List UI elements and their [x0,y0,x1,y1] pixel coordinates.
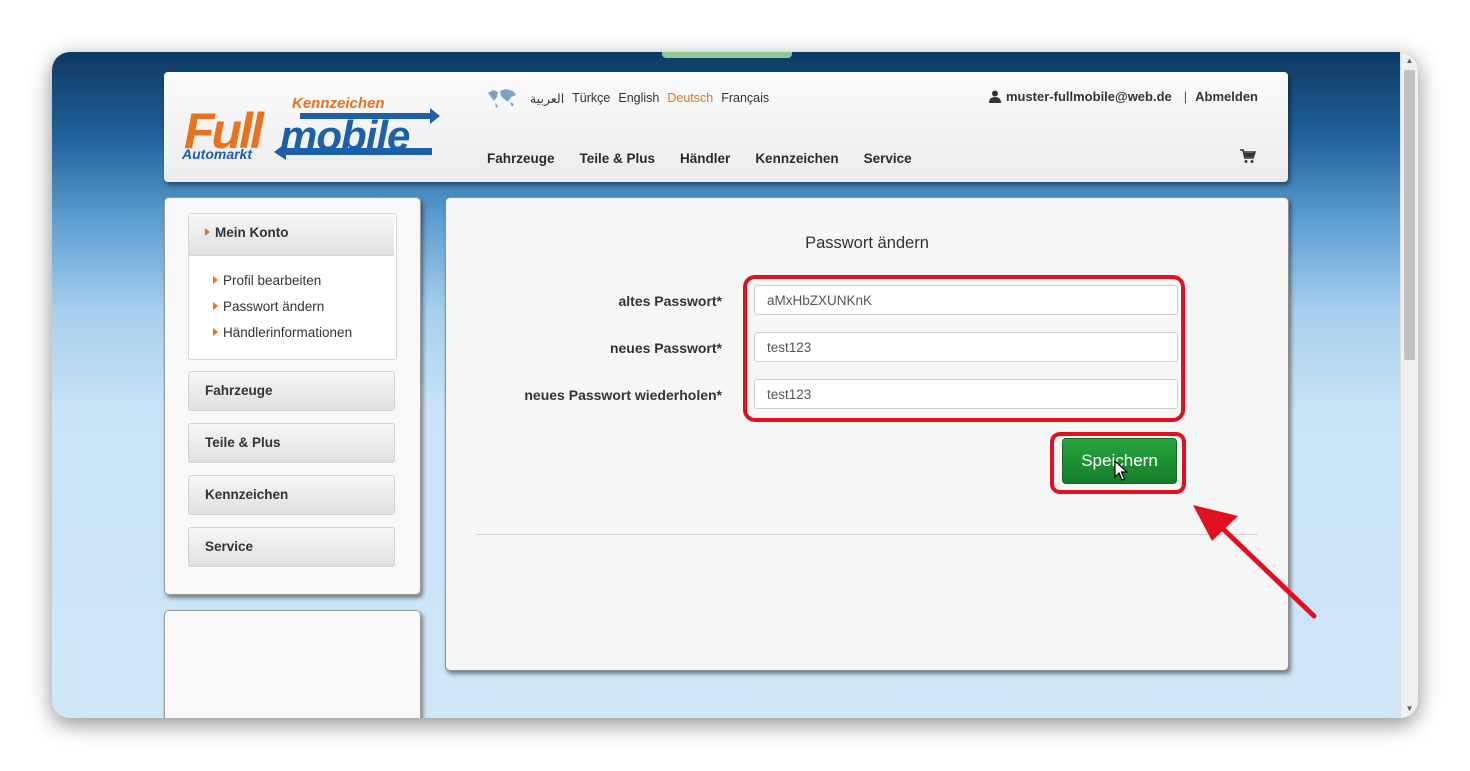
top-tab-indicator [662,52,792,58]
fullmobile-logo[interactable]: Kennzeichen Full mobile Automarkt [182,90,444,166]
sidebar-subitem-haendlerinfo[interactable]: Händlerinformationen [213,325,352,340]
scroll-up-icon[interactable]: ▲ [1401,54,1418,68]
user-icon [988,90,1001,103]
lang-english[interactable]: English [618,91,659,105]
cart-icon[interactable] [1240,149,1256,164]
nav-item-haendler[interactable]: Händler [680,151,730,166]
fields-annotation-box [743,275,1185,422]
sidebar-item-teile-plus[interactable]: Teile & Plus [188,423,395,463]
account-sidebar: Mein Konto Profil bearbeiten Passwort än… [164,197,421,595]
sidebar-item-kennzeichen[interactable]: Kennzeichen [188,475,395,515]
arrow-right-icon [213,302,218,310]
sidebar-subitem-label: Profil bearbeiten [223,273,322,288]
nav-item-fahrzeuge[interactable]: Fahrzeuge [487,151,555,166]
sidebar-item-fahrzeuge[interactable]: Fahrzeuge [188,371,395,411]
password-form-panel: Passwort ändern altes Passwort* neues Pa… [445,197,1289,671]
main-nav: Fahrzeuge Teile & Plus Händler Kennzeich… [487,151,937,166]
sidebar-subitem-label: Passwort ändern [223,299,325,314]
repeat-password-label: neues Passwort wiederholen* [524,387,722,403]
user-email-link[interactable]: muster-fullmobile@web.de [1006,89,1172,104]
logout-link[interactable]: Abmelden [1195,89,1258,104]
cursor-icon [1114,460,1128,481]
sidebar-item-mein-konto[interactable]: Mein Konto [189,214,394,256]
nav-item-kennzeichen[interactable]: Kennzeichen [755,151,838,166]
form-divider [476,534,1258,535]
page-title: Passwort ändern [805,234,929,252]
scroll-thumb[interactable] [1404,70,1415,360]
lang-german[interactable]: Deutsch [667,91,713,105]
sidebar-item-label: Mein Konto [215,225,289,240]
lang-french[interactable]: Français [721,91,769,105]
new-password-label: neues Passwort* [609,340,722,356]
site-header: Kennzeichen Full mobile Automarkt العربي… [164,72,1288,182]
logo-automarkt-text: Automarkt [182,146,253,162]
browser-window: ▲ ▼ Kennzeichen Full mobile Automarkt ال… [52,52,1418,718]
old-password-label: altes Passwort* [618,293,723,309]
nav-item-service[interactable]: Service [864,151,912,166]
arrow-right-icon [213,276,218,284]
lang-turkish[interactable]: Türkçe [572,91,610,105]
arrow-right-icon [205,228,210,236]
sidebar-subitem-profil[interactable]: Profil bearbeiten [213,273,321,288]
lang-arabic[interactable]: العربية [530,91,564,106]
logo-kennzeichen-text: Kennzeichen [292,95,385,112]
sidebar-secondary-panel [164,610,421,718]
vertical-scrollbar[interactable]: ▲ ▼ [1400,52,1418,718]
sidebar-subitem-label: Händlerinformationen [223,325,353,340]
sidebar-subitem-passwort[interactable]: Passwort ändern [213,299,324,314]
nav-item-teile-plus[interactable]: Teile & Plus [580,151,656,166]
globe-icon [488,89,516,108]
user-separator: | [1183,89,1188,104]
arrow-right-icon [213,328,218,336]
scroll-down-icon[interactable]: ▼ [1401,702,1418,716]
user-area: muster-fullmobile@web.de | Abmelden [988,89,1258,104]
language-bar: العربية Türkçe English Deutsch Français [486,87,777,109]
sidebar-item-service[interactable]: Service [188,527,395,567]
account-menu-group: Mein Konto Profil bearbeiten Passwort än… [188,213,397,360]
